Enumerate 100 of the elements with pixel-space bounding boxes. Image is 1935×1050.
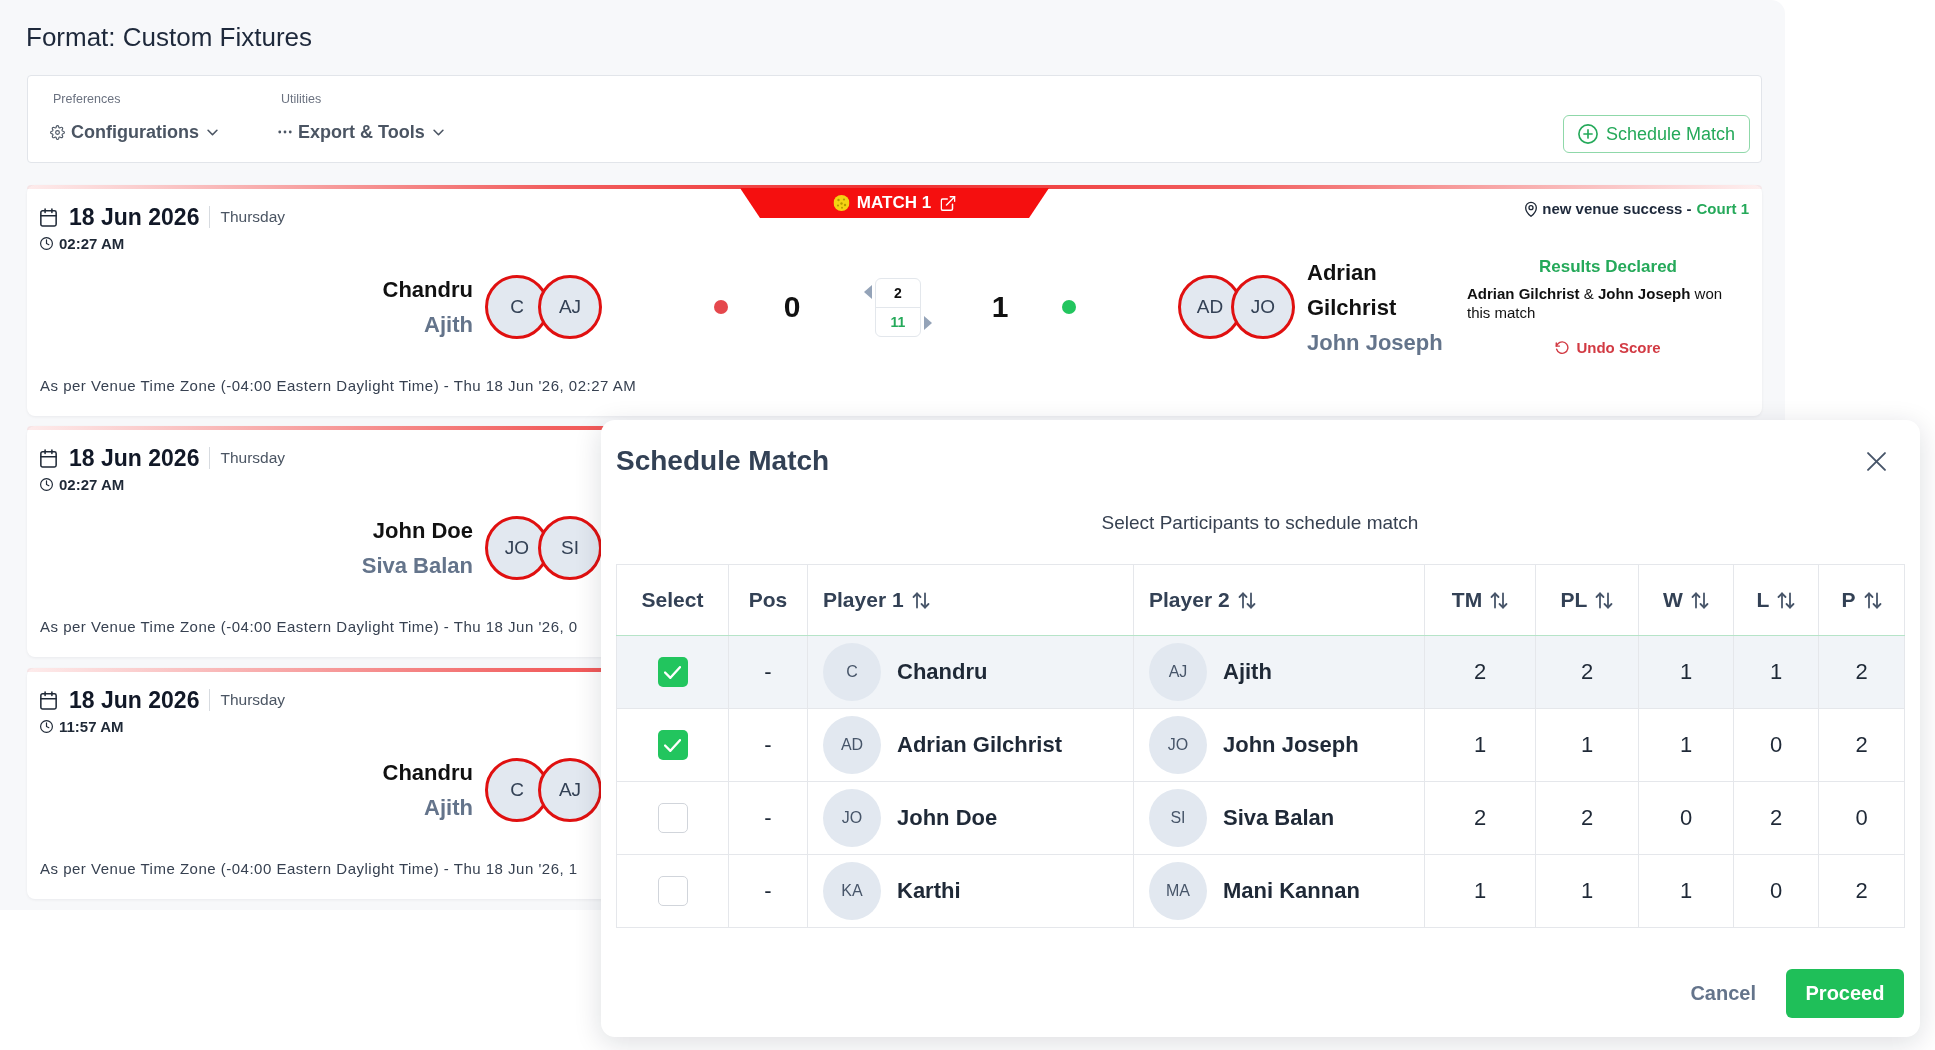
avatar: KA [823,862,881,920]
sort-icon[interactable] [1690,591,1709,609]
player-name: Mani Kannan [1223,878,1360,904]
player-name: Adrian Gilchrist [897,732,1063,758]
settings-icon [50,124,65,140]
column-header[interactable]: W [1663,588,1709,612]
timezone-note: As per Venue Time Zone (-04:00 Eastern Daylight Time) - Thu 18 Jun '26, 1 [40,859,578,879]
weekday-text: Thursday [220,208,286,226]
player-name: Adrian Gilchrist [1307,258,1398,322]
score-text: 0 [782,290,802,324]
undo-icon [1555,341,1570,355]
table-cell: 0 [1733,854,1819,928]
sort-icon[interactable] [1237,591,1256,609]
calendar-icon [40,448,57,468]
player-name: John Joseph [1307,328,1444,357]
table-cell: 0 [1818,781,1905,855]
checkbox[interactable] [657,876,688,906]
dropdown-menu[interactable]: Configurations [50,122,218,142]
avatar: SI [1149,789,1207,847]
avatar: AJ [538,275,602,339]
table-cell: 2 [1818,854,1905,928]
page-title: Format: Custom Fixtures [26,22,313,52]
sort-icon[interactable] [1595,591,1614,609]
sort-icon[interactable] [1777,591,1796,609]
column-header[interactable]: P [1841,588,1882,612]
column-header[interactable]: PL [1560,588,1614,612]
chevron-down-icon [432,128,444,136]
table-cell: 2 [1818,635,1905,709]
table-cell: 1 [1638,708,1734,782]
player-name: Ajith [423,794,473,822]
ball-icon [833,195,850,211]
cancel-button[interactable]: Cancel [1688,969,1758,1018]
player-name: Siva Balan [361,552,473,580]
column-header[interactable]: Player 1 [823,588,930,612]
match-link[interactable]: MATCH 1 [740,188,1049,218]
column-header[interactable]: L [1756,588,1796,612]
time-text: 11:57 AM [59,717,124,735]
caret-left-icon[interactable] [864,284,872,299]
table-cell: 2 [1535,781,1639,855]
weekday-text: Thursday [220,691,286,709]
avatar: AJ [538,758,602,822]
caret-right-icon[interactable] [924,315,932,330]
table-cell: 0 [1638,781,1734,855]
clock-icon [40,719,53,733]
player-name: Chandru [382,759,473,787]
table-cell: 1 [1535,708,1639,782]
checkbox[interactable] [657,803,688,833]
timezone-note: As per Venue Time Zone (-04:00 Eastern Daylight Time) - Thu 18 Jun '26, 0 [40,617,578,637]
clock-icon [40,236,53,250]
table-cell: 1 [1424,708,1536,782]
table-cell: - [728,854,808,928]
sort-icon[interactable] [1490,591,1509,609]
table-cell: 2 [1424,635,1536,709]
table-cell: 1 [1638,854,1734,928]
checkbox[interactable] [657,730,688,760]
checkmark-icon [664,665,681,679]
avatar: JO [1231,275,1295,339]
table-cell: 2 [1733,781,1819,855]
close-icon[interactable] [1867,451,1886,471]
counter-value: 11 [889,312,907,332]
time-text: 02:27 AM [59,234,125,252]
table-cell: 1 [1733,635,1819,709]
sort-icon[interactable] [1863,591,1882,609]
table-cell: 1 [1638,635,1734,709]
table-cell: 2 [1424,781,1536,855]
external-link-icon [940,195,956,211]
clock-icon [40,477,53,491]
player-name: Siva Balan [1223,805,1335,831]
column-header[interactable]: Player 2 [1149,588,1256,612]
checkbox[interactable] [657,657,688,687]
calendar-icon [40,207,57,227]
dropdown-menu[interactable]: Export & Tools [278,122,444,142]
result-text: Adrian Gilchrist & John Joseph won this match [1467,284,1724,322]
undo-score-button[interactable]: Undo Score [1555,338,1661,358]
table-cell: - [728,781,808,855]
player-name: John Doe [371,517,473,545]
table-cell: 1 [1424,854,1536,928]
avatar: JO [1149,716,1207,774]
avatar: SI [538,516,602,580]
date-text: 18 Jun 2026 [69,444,200,472]
score-text: 1 [990,290,1010,324]
checkmark-icon [664,738,681,752]
table-cell: - [728,635,808,709]
avatar: JO [823,789,881,847]
group-label: Preferences [53,91,121,107]
player-name: John Joseph [1223,732,1359,758]
table-cell: - [728,708,808,782]
group-label: Utilities [281,91,322,107]
sort-icon[interactable] [911,591,930,609]
avatar: MA [1149,862,1207,920]
counter-value: 2 [876,278,920,308]
date-text: 18 Jun 2026 [69,686,200,714]
ellipsis-icon [278,130,292,134]
column-header: Select [641,588,704,612]
column-header[interactable]: TM [1451,588,1509,612]
venue-name: new venue success - [1542,199,1692,219]
player-name: John Doe [897,805,998,831]
chevron-down-icon [207,128,218,136]
location-pin-icon [1525,201,1538,217]
player-name: Chandru [382,276,473,304]
